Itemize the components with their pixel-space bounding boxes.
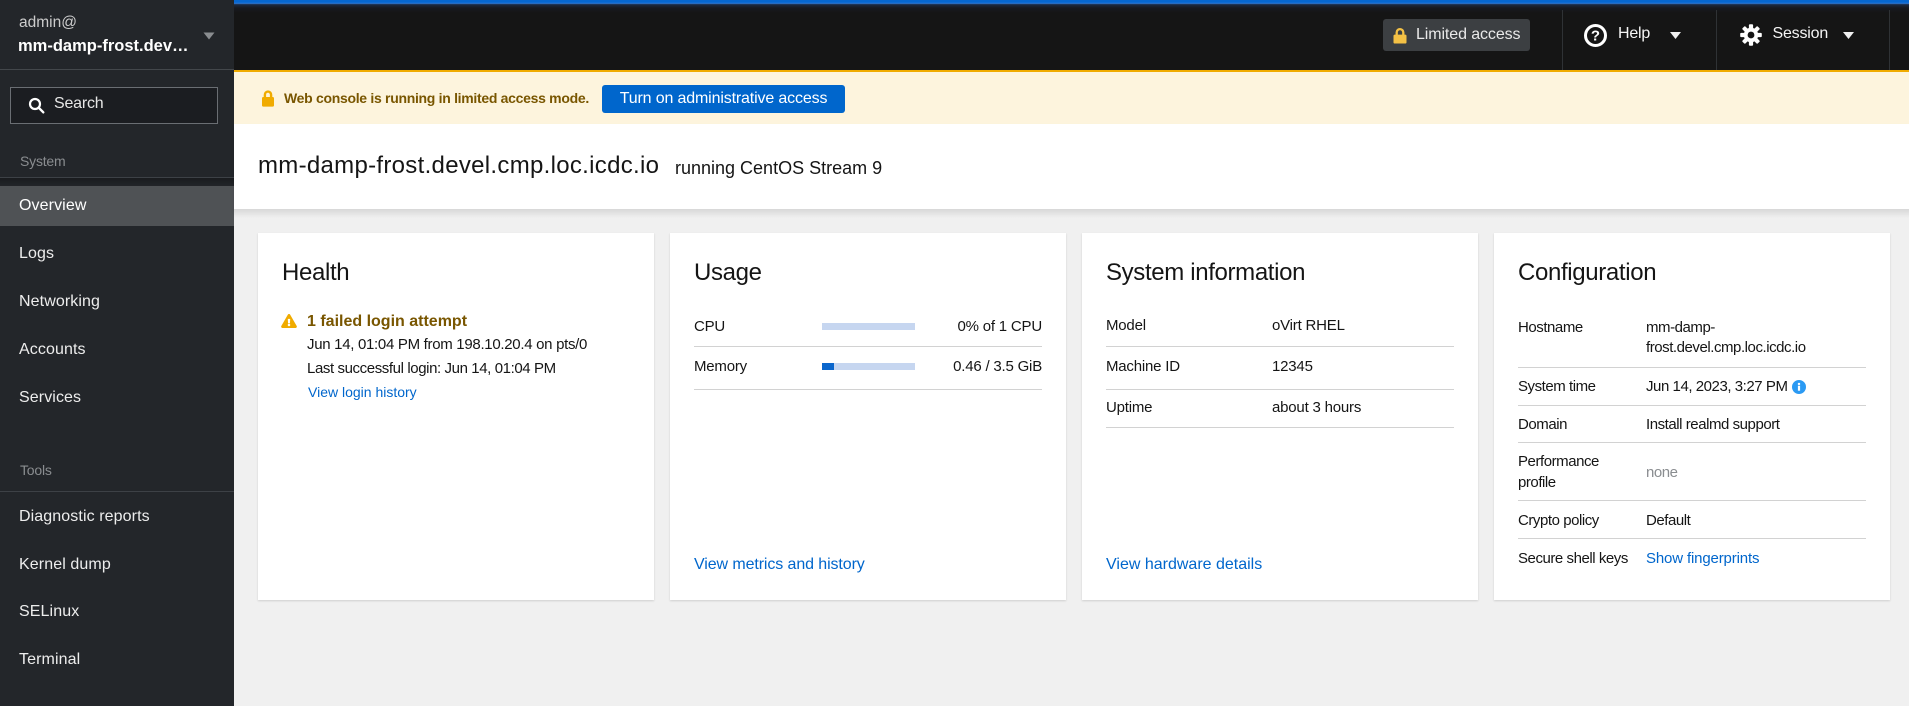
svg-text:?: ? bbox=[1591, 27, 1600, 44]
